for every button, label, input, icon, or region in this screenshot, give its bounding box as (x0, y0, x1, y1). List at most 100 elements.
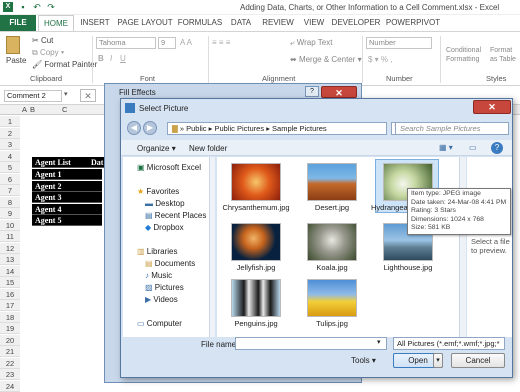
format-as-table-button[interactable]: Format as Table (490, 46, 520, 64)
row-header[interactable]: 18 (0, 311, 20, 323)
row-header[interactable]: 23 (0, 369, 20, 380)
nav-scrollbar[interactable] (209, 157, 215, 337)
copy-button[interactable]: ⧉ Copy ▾ (32, 48, 64, 58)
file-tulips[interactable]: Tulips.jpg (296, 319, 368, 328)
name-box[interactable]: Comment 2 (4, 90, 62, 102)
thumbnail-desert[interactable] (307, 163, 357, 201)
nav-favorites[interactable]: ★ Favorites (137, 187, 179, 196)
thumbnail-jellyfish[interactable] (231, 223, 281, 261)
nav-dropbox[interactable]: ◆ Dropbox (145, 223, 184, 232)
row-header[interactable]: 19 (0, 323, 20, 334)
row-header[interactable]: 5 (0, 162, 20, 173)
thumbnail-koala[interactable] (307, 223, 357, 261)
tools-button[interactable]: Tools ▾ (351, 356, 376, 365)
number-format-icons[interactable]: $ ▾ % , (368, 55, 392, 64)
organize-button[interactable]: Organize ▾ (137, 144, 176, 153)
nav-videos[interactable]: ▶ Videos (145, 295, 178, 304)
file-name-dropdown-icon[interactable]: ▾ (377, 338, 381, 346)
back-button[interactable]: ◀ (127, 121, 141, 135)
paste-button[interactable]: Paste (6, 56, 26, 65)
cancel-formula-icon[interactable]: ✕ (80, 89, 96, 102)
file-chrysanthemum[interactable]: Chrysanthemum.jpg (220, 203, 292, 212)
tab-developer[interactable]: DEVELOPER (330, 15, 382, 31)
view-options-icon[interactable]: ▦ ▾ (439, 143, 453, 152)
preview-pane-icon[interactable]: ▭ (469, 143, 477, 152)
italic-button[interactable]: I (110, 54, 112, 63)
row-header[interactable]: 6 (0, 173, 20, 185)
file-koala[interactable]: Koala.jpg (296, 263, 368, 272)
agent-cell[interactable]: Agent 1 (32, 169, 102, 180)
agent-cell[interactable]: Agent 3 (32, 192, 102, 203)
row-header[interactable]: 10 (0, 219, 20, 231)
breadcrumb-public[interactable]: Public (186, 124, 206, 133)
cut-button[interactable]: ✂ Cut (32, 36, 53, 45)
row-header[interactable]: 20 (0, 334, 20, 346)
undo-icon[interactable]: ↶ (32, 2, 42, 12)
row-header[interactable]: 9 (0, 208, 20, 219)
search-box[interactable]: Search Sample Pictures (395, 122, 509, 135)
close-button[interactable]: ✕ (321, 86, 357, 98)
file-jellyfish[interactable]: Jellyfish.jpg (220, 263, 292, 272)
wrap-text-button[interactable]: ⤶ Wrap Text (290, 38, 332, 48)
nav-microsoft-excel[interactable]: ▣ Microsoft Excel (137, 163, 201, 172)
file-desert[interactable]: Desert.jpg (296, 203, 368, 212)
tab-insert[interactable]: INSERT (76, 15, 114, 31)
row-header[interactable]: 1 (0, 116, 20, 127)
row-header[interactable]: 14 (0, 265, 20, 277)
row-header[interactable]: 11 (0, 231, 20, 242)
redo-icon[interactable]: ↷ (46, 2, 56, 12)
nav-libraries[interactable]: ▥ Libraries (137, 247, 177, 256)
dialog-close-button[interactable]: ✕ (473, 100, 511, 114)
forward-button[interactable]: ▶ (143, 121, 157, 135)
underline-button[interactable]: U (120, 54, 126, 63)
tab-view[interactable]: VIEW (300, 15, 328, 31)
open-dropdown-icon[interactable]: ▾ (433, 353, 443, 368)
address-bar[interactable]: ▇ » Public ▸ Public Pictures ▸ Sample Pi… (167, 122, 387, 135)
conditional-formatting-button[interactable]: Conditional Formatting (446, 46, 488, 64)
font-size-box[interactable]: 9 (158, 37, 176, 49)
row-header[interactable]: 4 (0, 150, 20, 162)
row-header[interactable]: 16 (0, 288, 20, 300)
font-grow-icon[interactable]: A A (180, 38, 192, 47)
breadcrumb-sample-pictures[interactable]: Sample Pictures (272, 124, 327, 133)
nav-documents[interactable]: ▤ Documents (145, 259, 195, 268)
merge-center-button[interactable]: ⬌ Merge & Center ▾ (290, 55, 362, 64)
format-painter-button[interactable]: 🖌 Format Painter (32, 60, 97, 69)
nav-desktop[interactable]: ▬ Desktop (145, 199, 185, 208)
column-header-b[interactable]: B (30, 105, 35, 115)
file-list-scrollbar[interactable] (459, 157, 466, 337)
tab-review[interactable]: REVIEW (258, 15, 298, 31)
tab-formulas[interactable]: FORMULAS (176, 15, 224, 31)
file-penguins[interactable]: Penguins.jpg (220, 319, 292, 328)
tab-page-layout[interactable]: PAGE LAYOUT (116, 15, 174, 31)
number-format-box[interactable]: Number (366, 37, 432, 49)
row-header[interactable]: 7 (0, 185, 20, 196)
thumbnail-tulips[interactable] (307, 279, 357, 317)
file-lighthouse[interactable]: Lighthouse.jpg (372, 263, 444, 272)
column-header-c[interactable]: C (62, 105, 67, 115)
tab-home[interactable]: HOME (38, 15, 74, 31)
thumbnail-penguins[interactable] (231, 279, 281, 317)
help-icon[interactable]: ? (491, 142, 503, 154)
save-icon[interactable]: ▪ (18, 2, 28, 12)
row-header[interactable]: 24 (0, 380, 20, 392)
nav-computer[interactable]: ▭ Computer (137, 319, 182, 328)
new-folder-button[interactable]: New folder (189, 144, 227, 153)
row-header[interactable]: 8 (0, 196, 20, 208)
tab-file[interactable]: FILE (0, 15, 36, 31)
row-header[interactable]: 21 (0, 346, 20, 357)
name-box-dropdown-icon[interactable]: ▾ (64, 90, 74, 102)
thumbnail-chrysanthemum[interactable] (231, 163, 281, 201)
align-icons[interactable]: ≡ ≡ ≡ (212, 38, 230, 47)
file-name-input[interactable] (235, 337, 387, 350)
row-header[interactable]: 13 (0, 254, 20, 265)
nav-recent-places[interactable]: ▤ Recent Places (145, 211, 206, 220)
agent-cell[interactable]: Agent 4 (32, 203, 102, 215)
nav-pictures[interactable]: ▨ Pictures (145, 283, 184, 292)
help-button[interactable]: ? (305, 86, 319, 97)
row-header[interactable]: 3 (0, 139, 20, 150)
row-header[interactable]: 15 (0, 277, 20, 288)
row-header[interactable]: 2 (0, 127, 20, 139)
breadcrumb-public-pictures[interactable]: Public Pictures (215, 124, 265, 133)
font-name-box[interactable]: Tahoma (96, 37, 156, 49)
